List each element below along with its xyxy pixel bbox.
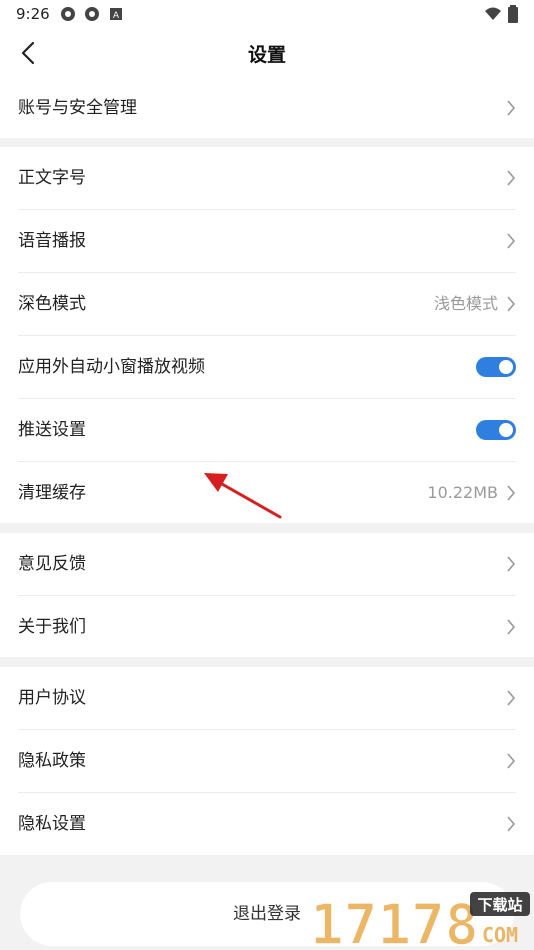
- legal-section: 用户协议 隐私政策 隐私设置: [0, 667, 534, 855]
- font-size-row[interactable]: 正文字号: [0, 147, 534, 209]
- row-label: 意见反馈: [18, 554, 86, 574]
- feedback-row[interactable]: 意见反馈: [0, 533, 534, 595]
- dark-mode-row[interactable]: 深色模式 浅色模式: [0, 273, 534, 335]
- chevron-right-icon: [507, 485, 516, 501]
- row-label: 清理缓存: [18, 483, 86, 503]
- chevron-right-icon: [507, 816, 516, 832]
- watermark-badge: 下载站: [477, 896, 522, 914]
- privacy-policy-row[interactable]: 隐私政策: [0, 730, 534, 792]
- account-section: 账号与安全管理: [0, 78, 534, 138]
- chevron-right-icon: [507, 619, 516, 635]
- general-section: 正文字号 语音播报 深色模式 浅色模式 应用外自动小窗播放视频 推送设置 清理缓…: [0, 147, 534, 523]
- user-agreement-row[interactable]: 用户协议: [0, 667, 534, 729]
- dark-mode-value: 浅色模式: [433, 294, 498, 313]
- chevron-right-icon: [507, 556, 516, 572]
- row-label: 隐私政策: [18, 751, 86, 771]
- pip-video-row: 应用外自动小窗播放视频: [0, 336, 534, 398]
- row-label: 正文字号: [18, 168, 86, 188]
- watermark-number: 17178: [310, 893, 479, 948]
- account-security-row[interactable]: 账号与安全管理: [0, 77, 534, 139]
- row-label: 推送设置: [18, 420, 86, 440]
- clear-cache-row[interactable]: 清理缓存 10.22MB: [0, 462, 534, 524]
- push-settings-row: 推送设置: [0, 399, 534, 461]
- page-title: 设置: [247, 44, 286, 66]
- pip-video-toggle[interactable]: [476, 357, 516, 377]
- support-section: 意见反馈 关于我们: [0, 533, 534, 657]
- wifi-icon: [485, 7, 501, 20]
- status-bar: 9:26 A: [0, 0, 534, 28]
- cache-size-value: 10.22MB: [427, 483, 498, 502]
- toggle-knob: [499, 360, 513, 374]
- toggle-knob: [499, 423, 513, 437]
- svg-text:A: A: [113, 11, 120, 21]
- row-label: 账号与安全管理: [18, 98, 137, 118]
- notification-a-icon: A: [110, 8, 122, 21]
- chevron-right-icon: [507, 690, 516, 706]
- row-label: 关于我们: [18, 617, 86, 637]
- row-label: 应用外自动小窗播放视频: [18, 357, 205, 377]
- app-header: 设置: [0, 28, 534, 78]
- chevron-right-icon: [507, 753, 516, 769]
- row-label: 用户协议: [18, 688, 86, 708]
- row-label: 深色模式: [18, 294, 86, 314]
- row-label: 隐私设置: [18, 814, 86, 834]
- about-us-row[interactable]: 关于我们: [0, 596, 534, 658]
- privacy-settings-row[interactable]: 隐私设置: [0, 793, 534, 855]
- chevron-right-icon: [507, 100, 516, 116]
- row-label: 语音播报: [18, 231, 86, 251]
- watermark-logo: 17178 下载站 COM: [310, 892, 530, 948]
- battery-icon: [508, 5, 518, 23]
- chevron-right-icon: [507, 296, 516, 312]
- push-settings-toggle[interactable]: [476, 420, 516, 440]
- status-time: 9:26: [16, 5, 50, 23]
- chevron-right-icon: [507, 170, 516, 186]
- voice-broadcast-row[interactable]: 语音播报: [0, 210, 534, 272]
- chevron-right-icon: [507, 233, 516, 249]
- watermark-suffix: COM: [482, 923, 518, 947]
- sync-icon: [61, 7, 75, 21]
- sync-icon: [85, 7, 99, 21]
